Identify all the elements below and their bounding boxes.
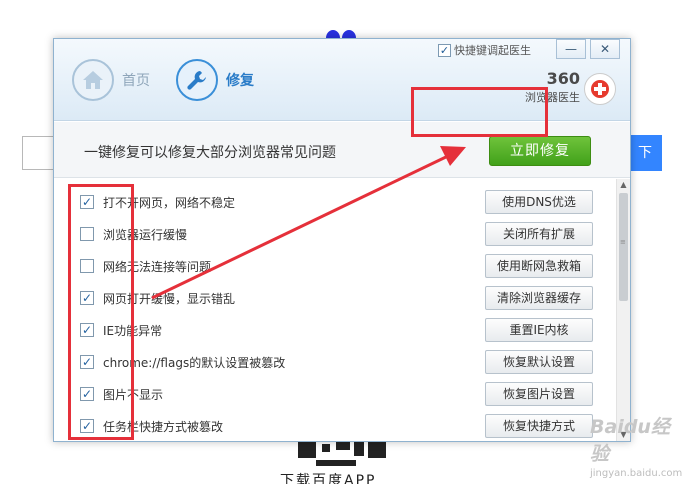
shortcut-label: 快捷键调起医生 (454, 44, 531, 57)
fix-now-button[interactable]: 立即修复 (489, 136, 591, 166)
scroll-thumb[interactable] (619, 193, 628, 301)
annotation-box-checkboxes (68, 184, 134, 440)
home-icon (72, 59, 114, 101)
tab-home-label: 首页 (122, 73, 150, 89)
medical-cross-icon (584, 73, 616, 105)
issue-list: ✓ 打不开网页，网络不稳定 使用DNS优选 浏览器运行缓慢 关闭所有扩展 网络无法连接等问… (54, 179, 614, 441)
search-button[interactable]: 下 (628, 135, 662, 171)
issue-row: ✓ 网页打开缓慢，显示错乱 清除浏览器缓存 (80, 282, 600, 314)
grip-icon: ≡ (620, 238, 626, 246)
issue-action-button[interactable]: 恢复快捷方式 (485, 414, 593, 438)
tab-home[interactable]: 首页 (72, 58, 150, 102)
minimize-button[interactable]: — (556, 39, 586, 59)
issue-action-button[interactable]: 恢复图片设置 (485, 382, 593, 406)
issue-row: ✓ IE功能异常 重置IE内核 (80, 314, 600, 346)
issue-action-button[interactable]: 重置IE内核 (485, 318, 593, 342)
annotation-box-fix-button (411, 87, 548, 137)
watermark: Baidu经验 jingyan.baidu.com (590, 412, 685, 479)
issue-row: ✓ 图片不显示 恢复图片设置 (80, 378, 600, 410)
issue-action-button[interactable]: 恢复默认设置 (485, 350, 593, 374)
issue-action-button[interactable]: 清除浏览器缓存 (485, 286, 593, 310)
close-button[interactable]: ✕ (590, 39, 620, 59)
brand-number: 360 (546, 69, 580, 88)
download-app-text: 下载百度APP (280, 473, 377, 484)
issue-row: ✓ 打不开网页，网络不稳定 使用DNS优选 (80, 186, 600, 218)
issue-row: 浏览器运行缓慢 关闭所有扩展 (80, 218, 600, 250)
wrench-icon (176, 59, 218, 101)
issue-action-button[interactable]: 使用DNS优选 (485, 190, 593, 214)
shortcut-option[interactable]: ✓ 快捷键调起医生 (438, 42, 531, 58)
action-title: 一键修复可以修复大部分浏览器常见问题 (84, 145, 336, 161)
issue-row: ✓ 任务栏快捷方式被篡改 恢复快捷方式 (80, 410, 600, 441)
scrollbar[interactable]: ▲ ≡ ▼ (616, 179, 630, 441)
issue-row: ✓ chrome://flags的默认设置被篡改 恢复默认设置 (80, 346, 600, 378)
scroll-up-icon[interactable]: ▲ (617, 179, 630, 191)
tab-repair-label: 修复 (226, 73, 254, 89)
issue-action-button[interactable]: 关闭所有扩展 (485, 222, 593, 246)
qr-code (286, 440, 398, 470)
watermark-main: Baidu经验 (590, 416, 670, 465)
issue-action-button[interactable]: 使用断网急救箱 (485, 254, 593, 278)
watermark-sub: jingyan.baidu.com (590, 468, 683, 479)
issue-row: 网络无法连接等问题 使用断网急救箱 (80, 250, 600, 282)
tab-repair[interactable]: 修复 (176, 58, 254, 102)
shortcut-checkbox[interactable]: ✓ (438, 43, 451, 57)
